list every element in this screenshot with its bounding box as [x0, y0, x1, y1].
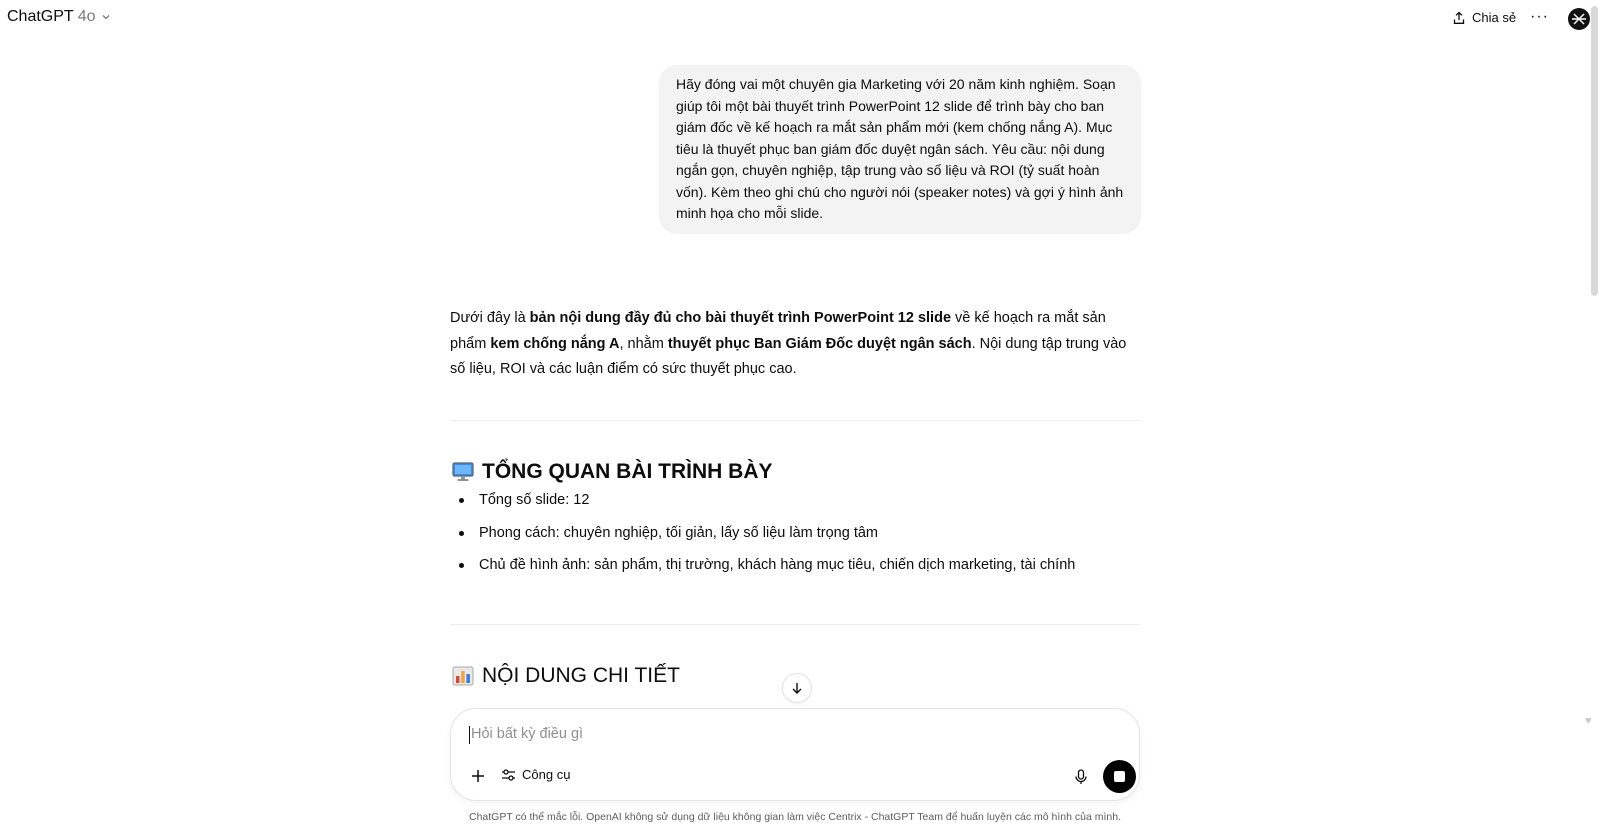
bar-chart-icon: [452, 666, 474, 686]
intro-bold-text: thuyết phục Ban Giám Đốc duyệt ngân sách: [667, 335, 972, 352]
model-selector-button[interactable]: ChatGPT 4o: [7, 8, 111, 26]
arrow-down-icon: [792, 683, 802, 694]
microphone-icon: [1075, 769, 1087, 784]
intro-bold-text: kem chống nắng A: [490, 335, 620, 352]
stop-generating-button[interactable]: [1103, 760, 1136, 793]
more-options-button[interactable]: ···: [1530, 8, 1549, 26]
list-item: Chủ đề hình ảnh: sản phẩm, thị trường, k…: [450, 555, 1075, 588]
model-version: 4o: [77, 8, 96, 25]
plus-icon: [472, 770, 484, 782]
attach-button[interactable]: [468, 766, 488, 786]
dictate-button[interactable]: [1071, 767, 1091, 787]
prompt-input[interactable]: [471, 723, 1071, 745]
tools-button[interactable]: Công cụ: [501, 767, 570, 782]
intro-text: Dưới đây là: [450, 310, 530, 326]
desktop-computer-icon: [452, 462, 474, 481]
section-title: NỘI DUNG CHI TIẾT: [482, 664, 680, 687]
share-icon: [1453, 11, 1465, 24]
user-avatar-icon: [1572, 13, 1586, 25]
divider: [450, 420, 1140, 421]
section-heading-overview: TỔNG QUAN BÀI TRÌNH BÀY: [452, 460, 773, 484]
heart-icon: ♥: [1585, 715, 1592, 727]
answer-intro: Dưới đây là bản nội dung đầy đủ cho bài …: [450, 306, 1140, 383]
chevron-down-icon: [103, 15, 110, 20]
footer-disclaimer: ChatGPT có thể mắc lỗi. OpenAI không sử …: [469, 811, 1121, 823]
scroll-to-bottom-button[interactable]: [782, 673, 812, 703]
intro-text: , nhằm: [619, 335, 668, 352]
stop-icon: [1114, 771, 1125, 782]
assistant-message: Dưới đây là bản nội dung đầy đủ cho bài …: [450, 306, 1140, 383]
sliders-icon: [502, 768, 515, 781]
list-item: Phong cách: chuyên nghiệp, tối giản, lấy…: [450, 523, 1075, 556]
avatar[interactable]: [1568, 8, 1590, 30]
message-composer: Công cụ: [450, 708, 1140, 801]
scrollbar-thumb[interactable]: [1591, 6, 1598, 296]
list-item: Tổng số slide: 12: [450, 490, 1075, 523]
text-cursor: [469, 726, 470, 744]
section-heading-details: NỘI DUNG CHI TIẾT: [452, 664, 680, 688]
intro-bold-text: bản nội dung đầy đủ cho bài thuyết trình…: [529, 310, 952, 326]
overview-list: Tổng số slide: 12 Phong cách: chuyên ngh…: [450, 490, 1075, 588]
model-name: ChatGPT: [7, 8, 74, 25]
tools-label: Công cụ: [522, 767, 571, 782]
share-label: Chia sẻ: [1472, 10, 1517, 25]
section-title: TỔNG QUAN BÀI TRÌNH BÀY: [482, 460, 773, 483]
divider: [450, 624, 1140, 625]
share-button[interactable]: Chia sẻ: [1452, 10, 1516, 25]
top-bar: ChatGPT 4o Chia sẻ ···: [0, 0, 1600, 40]
user-message-bubble: Hãy đóng vai một chuyên gia Marketing vớ…: [659, 65, 1141, 234]
